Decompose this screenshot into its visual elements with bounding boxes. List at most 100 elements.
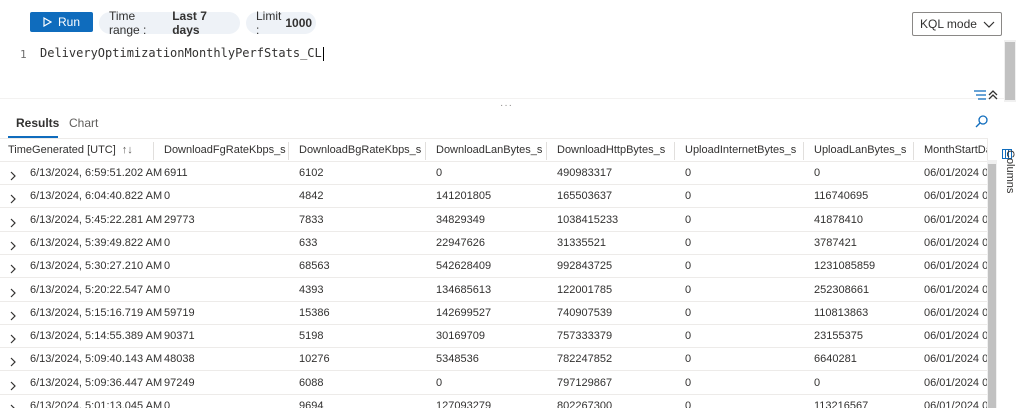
- query-text[interactable]: DeliveryOptimizationMonthlyPerfStats_CL: [40, 46, 324, 61]
- chevron-right-icon[interactable]: [9, 168, 17, 186]
- grid-scrollbar[interactable]: [987, 160, 997, 408]
- time-range-label: Time range :: [109, 9, 147, 37]
- column-header-downloadhttpbytes[interactable]: DownloadHttpBytes_s: [557, 144, 665, 156]
- cell-uploadinternetbytes: 0: [685, 376, 692, 389]
- table-row[interactable]: 6/13/2024, 5:45:22.281 AM 29773 7833 348293…: [0, 209, 987, 232]
- table-row[interactable]: 6/13/2024, 6:04:40.822 AM 0 4842 141201805 1…: [0, 185, 987, 209]
- editor-scrollbar[interactable]: [1004, 40, 1016, 102]
- cell-downloadhttpbytes: 31335521: [557, 236, 606, 249]
- cell-uploadinternetbytes: 0: [685, 283, 692, 296]
- grid-header: TimeGenerated [UTC] ↑↓ DownloadFgRateKbps…: [0, 138, 987, 162]
- table-row[interactable]: 6/13/2024, 5:01:13.045 AM 0 9694 127093279 8…: [0, 395, 987, 408]
- column-header-downloadbgratekbps[interactable]: DownloadBgRateKbps_s: [299, 144, 421, 156]
- limit-picker[interactable]: Limit : 1000: [246, 9, 316, 37]
- chevron-right-icon[interactable]: [9, 401, 17, 408]
- column-divider[interactable]: [288, 142, 289, 160]
- table-row[interactable]: 6/13/2024, 5:09:36.447 AM 97249 6088 0 79712…: [0, 372, 987, 395]
- columns-toggle[interactable]: Columns: [1004, 150, 1016, 193]
- cell-downloadhttpbytes: 1038415233: [557, 213, 619, 226]
- chevron-down-icon: [983, 19, 995, 33]
- cell-monthstartdate: 06/01/2024 00:0: [924, 376, 987, 389]
- cell-uploadlanbytes: 252308661: [814, 283, 870, 296]
- cell-monthstartdate: 06/01/2024 00:0: [924, 167, 987, 179]
- table-row[interactable]: 6/13/2024, 5:30:27.210 AM 0 68563 542628409…: [0, 255, 987, 279]
- time-range-picker[interactable]: Time range : Last 7 days: [99, 9, 240, 37]
- chevron-right-icon[interactable]: [9, 215, 17, 233]
- line-number: 1: [20, 48, 27, 61]
- tab-chart[interactable]: Chart: [69, 116, 98, 130]
- column-divider[interactable]: [425, 142, 426, 160]
- tab-results[interactable]: Results: [16, 116, 59, 130]
- cell-downloadlanbytes: 542628409: [436, 260, 492, 273]
- table-row[interactable]: 6/13/2024, 6:59:51.202 AM 6911 6102 0 490983…: [0, 162, 987, 185]
- cell-downloadfgratekbps: 90371: [164, 330, 195, 343]
- editor-divider: [0, 98, 1004, 99]
- cell-downloadhttpbytes: 797129867: [557, 376, 613, 389]
- cell-downloadbgratekbps: 4842: [299, 190, 324, 203]
- cell-timegenerated: 6/13/2024, 5:09:40.143 AM: [30, 353, 163, 366]
- cell-downloadbgratekbps: 6102: [299, 167, 324, 179]
- collapse-icon[interactable]: [988, 87, 998, 105]
- cell-downloadhttpbytes: 782247852: [557, 353, 613, 366]
- format-icon[interactable]: [973, 87, 987, 105]
- editor-scrollbar-thumb[interactable]: [1005, 42, 1015, 100]
- cell-monthstartdate: 06/01/2024 00:0: [924, 353, 987, 366]
- mode-select[interactable]: KQL mode: [912, 12, 1002, 36]
- column-divider[interactable]: [674, 142, 675, 160]
- column-divider[interactable]: [153, 142, 154, 160]
- chevron-right-icon[interactable]: [9, 308, 17, 326]
- chevron-right-icon[interactable]: [9, 191, 17, 209]
- cell-uploadinternetbytes: 0: [685, 236, 692, 249]
- column-header-uploadinternetbytes[interactable]: UploadInternetBytes_s: [685, 144, 796, 156]
- cell-uploadinternetbytes: 0: [685, 260, 692, 273]
- column-header-uploadlanbytes[interactable]: UploadLanBytes_s: [814, 144, 906, 156]
- column-header-downloadfgratekbps[interactable]: DownloadFgRateKbps_s: [164, 144, 286, 156]
- limit-value: 1000: [285, 16, 313, 30]
- search-icon[interactable]: [975, 114, 989, 133]
- table-row[interactable]: 6/13/2024, 5:14:55.389 AM 90371 5198 301697…: [0, 325, 987, 349]
- chevron-right-icon[interactable]: [9, 261, 17, 279]
- column-header-timegenerated[interactable]: TimeGenerated [UTC] ↑↓: [8, 144, 133, 156]
- pane-splitter[interactable]: ···: [500, 100, 513, 111]
- table-row[interactable]: 6/13/2024, 5:39:49.822 AM 0 633 22947626 313…: [0, 232, 987, 255]
- cell-downloadlanbytes: 0: [436, 167, 443, 179]
- column-divider[interactable]: [803, 142, 804, 160]
- cell-downloadlanbytes: 22947626: [436, 236, 485, 249]
- column-header-monthstartdate[interactable]: MonthStartDate_s: [924, 144, 987, 156]
- table-row[interactable]: 6/13/2024, 5:15:16.719 AM 59719 15386 14269…: [0, 302, 987, 325]
- cell-uploadinternetbytes: 0: [685, 167, 692, 179]
- cell-downloadbgratekbps: 7833: [299, 213, 324, 226]
- grid-scrollbar-thumb[interactable]: [988, 164, 996, 408]
- cell-downloadbgratekbps: 9694: [299, 400, 324, 408]
- cell-monthstartdate: 06/01/2024 00:0: [924, 283, 987, 296]
- table-row[interactable]: 6/13/2024, 5:20:22.547 AM 0 4393 134685613 1…: [0, 279, 987, 302]
- cell-monthstartdate: 06/01/2024 00:0: [924, 400, 987, 408]
- chevron-right-icon[interactable]: [9, 378, 17, 396]
- column-divider[interactable]: [913, 142, 914, 160]
- results-tabs: Results Chart: [0, 112, 1000, 138]
- cell-uploadinternetbytes: 0: [685, 330, 692, 343]
- cell-uploadlanbytes: 0: [814, 376, 821, 389]
- sort-icon[interactable]: ↑↓: [122, 144, 133, 156]
- time-range-value: Last 7 days: [172, 9, 207, 37]
- query-editor[interactable]: 1 DeliveryOptimizationMonthlyPerfStats_C…: [0, 40, 1004, 102]
- run-button[interactable]: Run: [30, 12, 93, 32]
- cell-uploadlanbytes: 23155375: [814, 330, 863, 343]
- chevron-right-icon[interactable]: [9, 331, 17, 349]
- cell-downloadfgratekbps: 29773: [164, 213, 195, 226]
- cell-timegenerated: 6/13/2024, 5:30:27.210 AM: [30, 260, 163, 273]
- cell-timegenerated: 6/13/2024, 5:09:36.447 AM: [30, 376, 163, 389]
- chevron-right-icon[interactable]: [9, 285, 17, 303]
- cell-uploadinternetbytes: 0: [685, 190, 692, 203]
- column-header-downloadlanbytes[interactable]: DownloadLanBytes_s: [436, 144, 542, 156]
- chevron-right-icon[interactable]: [9, 238, 17, 256]
- column-header-label: TimeGenerated [UTC]: [8, 144, 116, 156]
- cell-monthstartdate: 06/01/2024 00:0: [924, 190, 987, 203]
- query-string: DeliveryOptimizationMonthlyPerfStats_CL: [40, 46, 322, 60]
- cell-downloadbgratekbps: 5198: [299, 330, 324, 343]
- cell-uploadlanbytes: 113216567: [814, 400, 869, 408]
- column-divider[interactable]: [546, 142, 547, 160]
- chevron-right-icon[interactable]: [9, 354, 17, 372]
- table-row[interactable]: 6/13/2024, 5:09:40.143 AM 48038 10276 53485…: [0, 348, 987, 372]
- cell-uploadlanbytes: 1231085859: [814, 260, 876, 273]
